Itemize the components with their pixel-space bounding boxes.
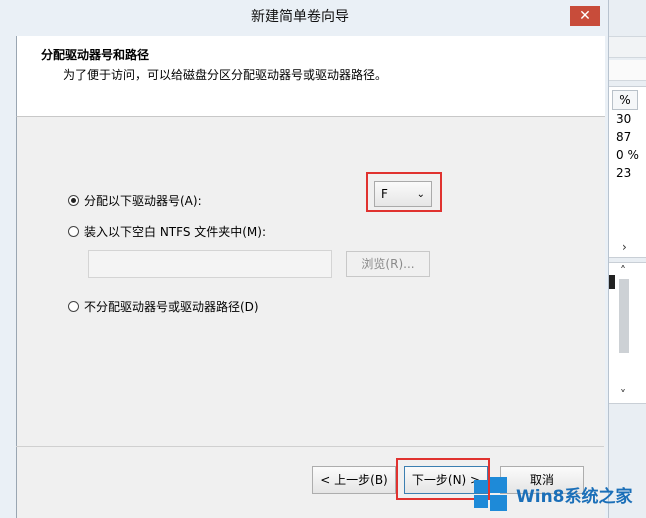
page-title: 分配驱动器号和路径 bbox=[41, 48, 150, 62]
footer-divider bbox=[16, 446, 604, 447]
drive-select-highlight bbox=[366, 172, 442, 212]
watermark-text: Win8系统之家 bbox=[516, 486, 633, 507]
background-toolbar-secondary bbox=[606, 60, 646, 81]
folder-path-input[interactable] bbox=[88, 250, 332, 278]
title-bar: 新建简单卷向导 ✕ bbox=[0, 0, 608, 34]
assign-letter-radio[interactable] bbox=[68, 195, 79, 206]
background-disk-list bbox=[606, 262, 646, 404]
no-assign-label[interactable]: 不分配驱动器号或驱动器路径(D) bbox=[84, 298, 259, 315]
assign-letter-option[interactable]: 分配以下驱动器号(A): bbox=[68, 192, 202, 209]
scrollbar-thumb[interactable] bbox=[619, 279, 629, 353]
background-toolbar bbox=[606, 36, 646, 58]
background-value: 0 % bbox=[616, 148, 639, 162]
watermark: Win8系统之家 bbox=[470, 470, 646, 518]
background-value: 87 bbox=[616, 130, 632, 144]
page-subtitle: 为了便于访问，可以给磁盘分区分配驱动器号或驱动器路径。 bbox=[63, 68, 388, 82]
background-column-header[interactable]: % bbox=[612, 90, 638, 110]
scroll-right-icon[interactable]: › bbox=[622, 240, 627, 254]
no-assign-radio[interactable] bbox=[68, 301, 79, 312]
back-button[interactable]: < 上一步(B) bbox=[312, 466, 396, 494]
windows-logo-icon bbox=[470, 474, 510, 514]
no-assign-option[interactable]: 不分配驱动器号或驱动器路径(D) bbox=[68, 298, 259, 315]
window-title: 新建简单卷向导 bbox=[251, 9, 349, 25]
mount-folder-label[interactable]: 装入以下空白 NTFS 文件夹中(M): bbox=[84, 223, 266, 240]
mount-folder-option[interactable]: 装入以下空白 NTFS 文件夹中(M): bbox=[68, 223, 266, 240]
scroll-up-icon[interactable]: ˄ bbox=[620, 264, 626, 278]
background-value: 30 bbox=[616, 112, 632, 126]
background-value: 23 bbox=[616, 166, 632, 180]
wizard-header: 分配驱动器号和路径 为了便于访问，可以给磁盘分区分配驱动器号或驱动器路径。 bbox=[16, 36, 605, 117]
disk-marker bbox=[609, 275, 615, 289]
mount-folder-radio[interactable] bbox=[68, 226, 79, 237]
close-button[interactable]: ✕ bbox=[570, 6, 600, 26]
assign-letter-label[interactable]: 分配以下驱动器号(A): bbox=[84, 192, 202, 209]
scroll-down-icon[interactable]: ˅ bbox=[620, 388, 626, 402]
browse-button[interactable]: 浏览(R)... bbox=[346, 251, 430, 277]
